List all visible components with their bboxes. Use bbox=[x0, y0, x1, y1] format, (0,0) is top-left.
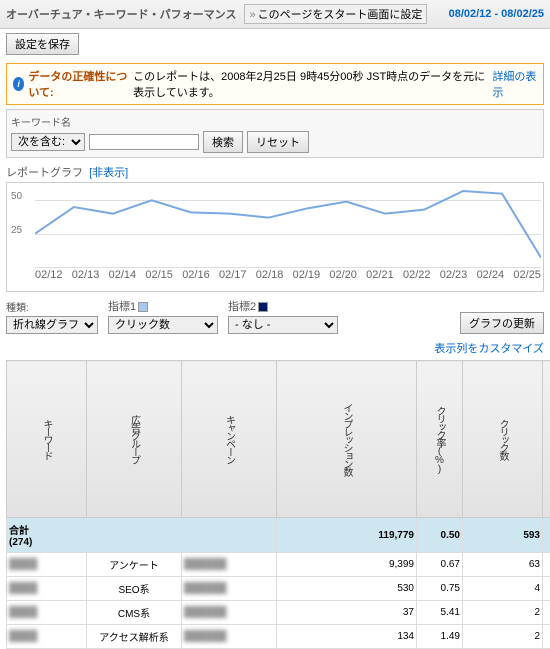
info-icon: i bbox=[13, 77, 24, 91]
metric2-swatch bbox=[258, 302, 268, 312]
filter-label: キーワード名 bbox=[11, 114, 539, 129]
summary-row: 合計 (274)119,7790.505936100.17135,95576,0… bbox=[7, 518, 550, 553]
col-header[interactable]: キャンペーン bbox=[182, 361, 277, 518]
table-row: ████アクセス解析系██████1341.4925600.0001115.2 bbox=[7, 625, 550, 649]
info-details-link[interactable]: 詳細の表示 bbox=[492, 68, 537, 100]
col-header[interactable]: クリック率(%) bbox=[417, 361, 463, 518]
chevron-icon: » bbox=[249, 9, 255, 21]
col-header[interactable]: 平均CPC(¥) bbox=[543, 361, 550, 518]
info-banner: i データの正確性について: このレポートは、2008年2月25日 9時45分0… bbox=[6, 63, 544, 105]
table-row: ████CMS系██████375.4126500.0001307.9 bbox=[7, 601, 550, 625]
info-label: データの正確性について: bbox=[28, 68, 129, 100]
metric1-label: 指標1 bbox=[108, 301, 136, 313]
graph-section-title: レポートグラフ bbox=[6, 167, 83, 179]
metric1-select[interactable]: クリック数 bbox=[108, 316, 218, 334]
search-button[interactable]: 検索 bbox=[203, 131, 243, 153]
chart-type-select[interactable]: 折れ線グラフ bbox=[6, 316, 98, 334]
metric2-select[interactable]: - なし - bbox=[228, 316, 338, 334]
filter-match-select[interactable]: 次を含む: bbox=[11, 133, 85, 151]
save-settings-button[interactable]: 設定を保存 bbox=[6, 33, 79, 55]
col-header[interactable]: キーワード bbox=[7, 361, 87, 518]
metric2-label: 指標2 bbox=[228, 301, 256, 313]
col-header[interactable]: 広告グループ bbox=[87, 361, 182, 518]
info-text: このレポートは、2008年2月25日 9時45分00秒 JST時点のデータを元に… bbox=[133, 68, 488, 100]
date-range[interactable]: 08/02/12 - 08/02/25 bbox=[449, 8, 544, 20]
update-graph-button[interactable]: グラフの更新 bbox=[460, 312, 544, 334]
col-header[interactable]: インプレッション数 bbox=[277, 361, 417, 518]
filter-keyword-input[interactable] bbox=[89, 134, 199, 150]
performance-table: キーワード広告グループキャンペーンインプレッション数クリック率(%)クリック数平… bbox=[6, 360, 550, 649]
set-start-page-button[interactable]: »このページをスタート画面に設定 bbox=[244, 4, 427, 24]
col-header[interactable]: クリック数 bbox=[463, 361, 543, 518]
reset-button[interactable]: リセット bbox=[247, 131, 309, 153]
table-row: ████アンケート██████9,3990.67637100.00000.004… bbox=[7, 553, 550, 577]
chart-type-label: 種類: bbox=[6, 299, 98, 314]
graph-toggle-link[interactable]: [非表示] bbox=[89, 167, 128, 179]
metric1-swatch bbox=[138, 302, 148, 312]
report-chart: 50 25 02/1202/1302/1402/1502/1602/1702/1… bbox=[6, 182, 544, 292]
table-row: ████SEO系██████5300.7543400.0001375.3 bbox=[7, 577, 550, 601]
page-title: オーバーチュア・キーワード・パフォーマンス bbox=[6, 6, 236, 22]
customize-columns-link[interactable]: 表示列をカスタマイズ bbox=[434, 343, 544, 355]
